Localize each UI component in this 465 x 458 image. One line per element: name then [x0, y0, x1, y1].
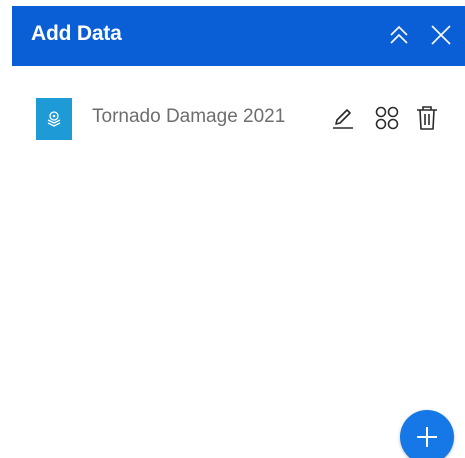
layer-title: Tornado Damage 2021	[92, 106, 286, 127]
rename-button[interactable]	[328, 102, 358, 134]
settings-grid-icon	[375, 106, 399, 130]
pencil-icon	[333, 109, 353, 129]
double-chevron-up-icon	[390, 25, 408, 44]
delete-button[interactable]	[412, 102, 442, 134]
collapse-button[interactable]	[382, 18, 416, 52]
close-button[interactable]	[424, 18, 458, 52]
layer-thumbnail	[36, 98, 72, 140]
panel-left-edge	[0, 0, 12, 458]
feature-layer-icon	[47, 111, 61, 127]
layer-options-button[interactable]	[372, 102, 402, 134]
add-data-fab-button[interactable]	[400, 410, 454, 458]
list-item: Tornado Damage 2021	[36, 96, 456, 146]
add-data-panel: Add Data Tornado Damage 2021	[0, 0, 465, 458]
panel-header: Add Data	[12, 6, 465, 66]
plus-icon	[417, 427, 437, 447]
close-icon	[431, 25, 451, 45]
trash-icon	[417, 106, 437, 130]
panel-title: Add Data	[31, 22, 122, 45]
